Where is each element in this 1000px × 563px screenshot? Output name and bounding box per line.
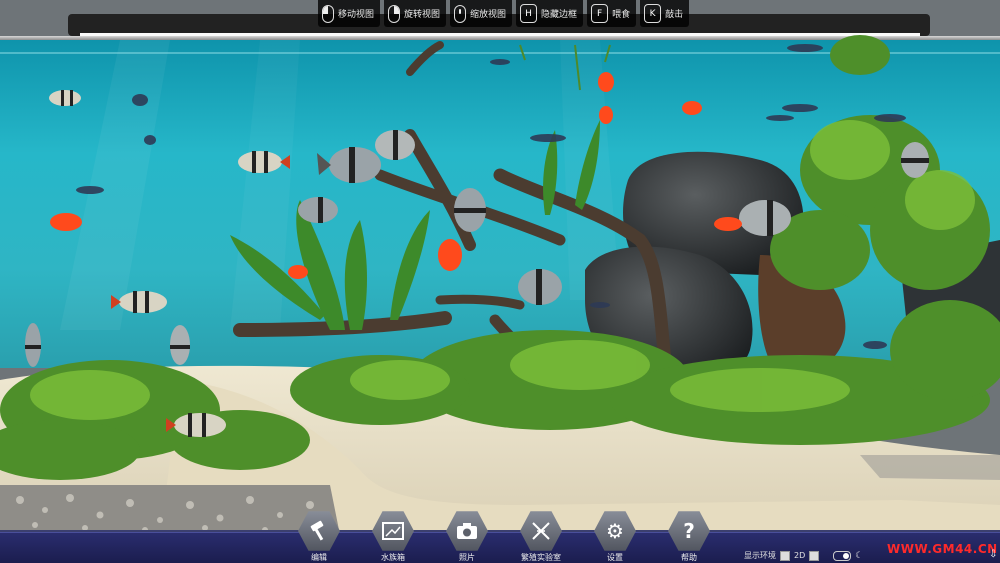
show-environment-checkbox[interactable]: [780, 550, 790, 561]
show-environment-label: 显示环境: [744, 551, 776, 560]
breeding-lab-button[interactable]: 繁殖实验室: [518, 510, 564, 563]
aquarium-icon: [372, 511, 414, 551]
dna-icon: [520, 511, 562, 551]
photo-button[interactable]: 照片: [444, 510, 490, 563]
settings-button[interactable]: ⚙ 设置: [592, 510, 638, 563]
night-mode-toggle[interactable]: [833, 550, 852, 561]
hint-label: 敲击: [665, 10, 684, 20]
camera-icon: [446, 511, 488, 551]
hint-label: 缩放视图: [470, 10, 507, 20]
controls-hint-bar: 移动视图 旋转视图 缩放视图 H 隐藏边框 F 喂食 K 敲击: [318, 0, 690, 27]
hint-label: 喂食: [612, 10, 631, 20]
display-options: 显示环境 2D ☾: [744, 550, 863, 561]
hint-zoom-view: 缩放视图: [450, 0, 513, 27]
mouse-left-icon: [322, 4, 334, 23]
hint-label: 移动视图: [338, 10, 375, 20]
aquarium-scene: [0, 0, 1000, 563]
aquarium-label: 水族箱: [381, 553, 405, 562]
mouse-right-icon: [388, 4, 401, 23]
aquarium-button[interactable]: 水族箱: [370, 510, 416, 563]
hint-label: 旋转视图: [404, 10, 441, 20]
mode-2d-label: 2D: [794, 551, 806, 560]
moon-icon: ☾: [855, 550, 864, 561]
main-toolbar: 编辑 水族箱 照片 繁殖实验室 ⚙ 设置 ? 帮助: [296, 510, 712, 563]
breeding-lab-label: 繁殖实验室: [521, 553, 561, 562]
hint-feed: F 喂食: [587, 0, 637, 27]
help-button[interactable]: ? 帮助: [666, 510, 712, 563]
hint-label: 隐藏边框: [541, 10, 578, 20]
watermark: WWW.GM44.CN: [887, 542, 998, 556]
settings-label: 设置: [607, 553, 623, 562]
hint-tap: K 敲击: [640, 0, 690, 27]
help-label: 帮助: [681, 553, 697, 562]
key-h-icon: H: [520, 4, 538, 23]
mode-2d-checkbox[interactable]: [809, 550, 820, 561]
gear-icon: ⚙: [594, 511, 636, 551]
mouse-wheel-icon: [454, 4, 467, 23]
hint-move-view: 移动视图: [318, 0, 381, 27]
download-arrow-icon[interactable]: ⇩: [989, 549, 997, 560]
hint-hide-frame: H 隐藏边框: [516, 0, 584, 27]
edit-label: 编辑: [311, 553, 327, 562]
key-f-icon: F: [591, 4, 609, 23]
hint-rotate-view: 旋转视图: [384, 0, 447, 27]
question-icon: ?: [668, 511, 710, 551]
photo-label: 照片: [459, 553, 475, 562]
edit-button[interactable]: 编辑: [296, 510, 342, 563]
key-k-icon: K: [644, 4, 662, 23]
hammer-icon: [298, 511, 340, 551]
